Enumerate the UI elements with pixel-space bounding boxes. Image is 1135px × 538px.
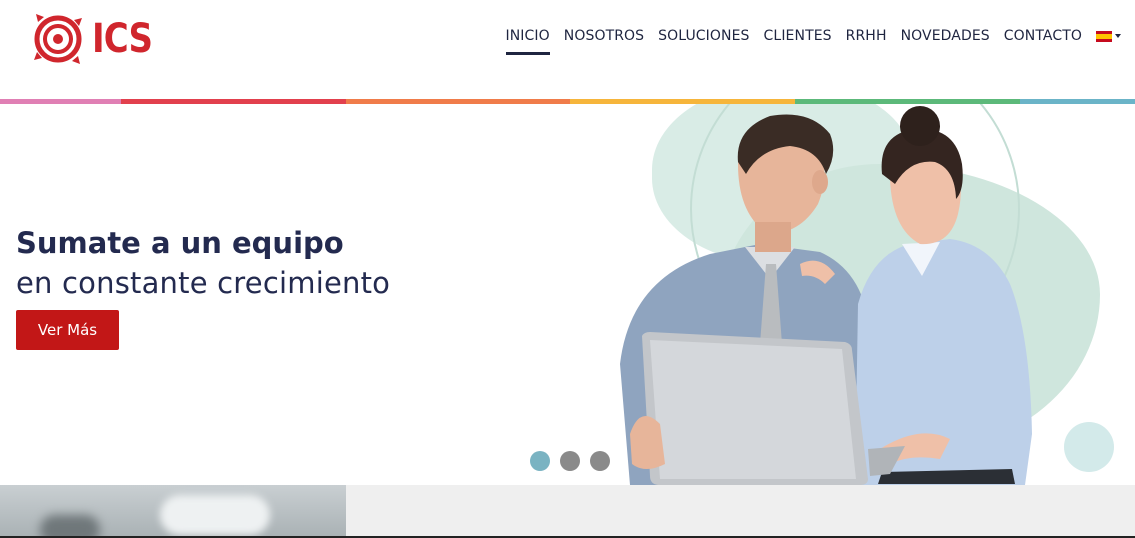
language-selector[interactable]: [1096, 30, 1121, 47]
hero-slider: Sumate a un equipo en constante crecimie…: [0, 104, 1135, 485]
spain-flag-icon: [1096, 30, 1112, 42]
section-background: [346, 485, 1135, 538]
nav-item-soluciones[interactable]: SOLUCIONES: [658, 28, 749, 49]
carousel-dots: [530, 451, 620, 471]
section-image-preview: [0, 485, 346, 538]
ver-mas-button[interactable]: Ver Más: [16, 310, 119, 350]
logo[interactable]: ICS: [30, 12, 163, 66]
main-nav: INICIO NOSOTROS SOLUCIONES CLIENTES RRHH…: [492, 28, 1121, 55]
hero-subtitle: en constante crecimiento: [16, 266, 391, 300]
ics-swirl-logo-icon: [34, 14, 82, 64]
nav-item-novedades[interactable]: NOVEDADES: [901, 28, 990, 49]
logo-text: ICS: [92, 16, 153, 62]
nav-item-clientes[interactable]: CLIENTES: [764, 28, 832, 49]
nav-item-inicio[interactable]: INICIO: [505, 28, 551, 55]
hero-title: Sumate a un equipo: [16, 226, 344, 260]
nav-item-contacto[interactable]: CONTACTO: [1004, 28, 1082, 49]
image-blur-highlight: [160, 495, 270, 535]
nav-item-nosotros[interactable]: NOSOTROS: [564, 28, 644, 49]
chevron-down-icon: [1115, 34, 1121, 38]
carousel-dot-3[interactable]: [590, 451, 610, 471]
image-blur-shadow: [40, 515, 100, 538]
site-header: ICS INICIO NOSOTROS SOLUCIONES CLIENTES …: [0, 0, 1135, 99]
nav-item-rrhh[interactable]: RRHH: [846, 28, 887, 49]
carousel-dot-1[interactable]: [530, 451, 550, 471]
carousel-dot-2[interactable]: [560, 451, 580, 471]
hero-people-image: [620, 106, 1032, 485]
